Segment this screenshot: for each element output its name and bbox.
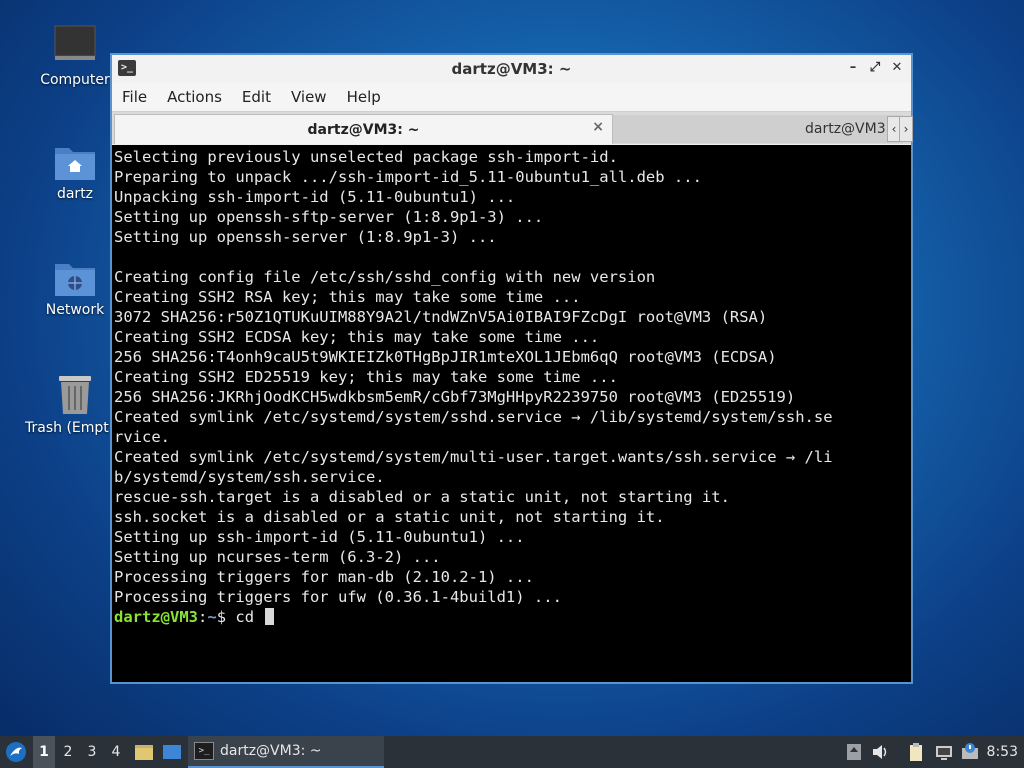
window-title: dartz@VM3: ~ [451, 60, 572, 78]
terminal-line: rvice. [114, 428, 170, 446]
tab-label: dartz@VM3: ~ [307, 121, 420, 138]
tab-bar: dartz@VM3: ~ × dartz@VM3: ~ ‹ › [112, 111, 913, 144]
tab-active[interactable]: dartz@VM3: ~ × [114, 114, 613, 144]
tab-close-icon[interactable]: × [592, 119, 604, 135]
home-folder-icon [53, 142, 97, 182]
terminal-line: Selecting previously unselected package … [114, 148, 618, 166]
menu-file[interactable]: File [122, 88, 157, 106]
terminal-line: Creating SSH2 ED25519 key; this may take… [114, 368, 618, 386]
clock[interactable]: 8:53 [987, 736, 1018, 768]
prompt-command: cd [226, 608, 264, 626]
trash-icon [55, 372, 95, 416]
maximize-button[interactable]: ⤢ [867, 59, 883, 77]
terminal-line: rescue-ssh.target is a disabled or a sta… [114, 488, 730, 506]
clipboard-icon[interactable] [906, 742, 926, 762]
network-connection-icon[interactable] [934, 742, 954, 762]
terminal-task-icon: >_ [194, 742, 214, 760]
terminal-window: >_ dartz@VM3: ~ – ⤢ ✕ File Actions Edit … [110, 53, 913, 684]
tab-scroll-right-icon[interactable]: › [899, 116, 913, 142]
menu-bar: File Actions Edit View Help [112, 83, 911, 111]
menu-actions[interactable]: Actions [167, 88, 232, 106]
terminal-line: 3072 SHA256:r50Z1QTUKuUIM88Y9A2l/tndWZnV… [114, 308, 768, 326]
workspace-3[interactable]: 3 [81, 736, 103, 768]
prompt-separator: : [198, 608, 208, 626]
terminal-line: Setting up openssh-sftp-server (1:8.9p1-… [114, 208, 544, 226]
workspace-1[interactable]: 1 [33, 736, 55, 768]
prompt-user: dartz@VM3 [114, 608, 198, 626]
terminal-line: Creating config file /etc/ssh/sshd_confi… [114, 268, 656, 286]
close-button[interactable]: ✕ [889, 59, 905, 77]
terminal-line: b/systemd/system/ssh.service. [114, 468, 385, 486]
prompt-symbol: $ [216, 608, 227, 626]
start-menu-icon[interactable] [4, 740, 28, 764]
menu-help[interactable]: Help [347, 88, 391, 106]
computer-icon [53, 24, 97, 68]
show-desktop-icon[interactable] [162, 742, 182, 762]
terminal-line: Processing triggers for ufw (0.36.1-4bui… [114, 588, 562, 606]
workspace-4[interactable]: 4 [105, 736, 127, 768]
terminal-line: Creating SSH2 ECDSA key; this may take s… [114, 328, 600, 346]
tab-inactive[interactable]: dartz@VM3: ~ [613, 115, 903, 143]
prompt-path: ~ [207, 608, 217, 626]
menu-view[interactable]: View [291, 88, 337, 106]
text-cursor [265, 608, 275, 625]
terminal-line: Creating SSH2 RSA key; this may take som… [114, 288, 581, 306]
workspace-2[interactable]: 2 [57, 736, 79, 768]
terminal-line: Created symlink /etc/systemd/system/mult… [114, 448, 833, 466]
terminal-output[interactable]: Selecting previously unselected package … [112, 145, 911, 682]
terminal-prompt-line: dartz@VM3:~$ cd [114, 607, 911, 627]
window-titlebar[interactable]: >_ dartz@VM3: ~ – ⤢ ✕ [112, 55, 911, 83]
volume-icon[interactable] [870, 742, 890, 762]
minimize-button[interactable]: – [845, 59, 861, 77]
task-label: dartz@VM3: ~ [220, 743, 322, 759]
notification-icon[interactable] [960, 742, 980, 762]
terminal-app-icon: >_ [118, 60, 136, 76]
terminal-line: Unpacking ssh-import-id (5.11-0ubuntu1) … [114, 188, 516, 206]
file-manager-icon[interactable] [134, 742, 154, 762]
terminal-line: Preparing to unpack .../ssh-import-id_5.… [114, 168, 702, 186]
terminal-line: 256 SHA256:JKRhjOodKCH5wdkbsm5emR/cGbf73… [114, 388, 796, 406]
terminal-line: Processing triggers for man-db (2.10.2-1… [114, 568, 534, 586]
terminal-line: Setting up ssh-import-id (5.11-0ubuntu1)… [114, 528, 525, 546]
network-folder-icon [53, 258, 97, 298]
taskbar-terminal-button[interactable]: >_ dartz@VM3: ~ [188, 736, 384, 768]
desktop-icon-label: Trash (Empty) [25, 420, 109, 436]
terminal-line: 256 SHA256:T4onh9caU5t9WKIEIZk0THgBpJIR1… [114, 348, 777, 366]
taskbar: 1 2 3 4 >_ dartz@VM3: ~ 8:53 [0, 736, 1024, 768]
terminal-line: Setting up openssh-server (1:8.9p1-3) ..… [114, 228, 497, 246]
menu-edit[interactable]: Edit [242, 88, 281, 106]
terminal-line: ssh.socket is a disabled or a static uni… [114, 508, 665, 526]
terminal-line: Created symlink /etc/systemd/system/sshd… [114, 408, 833, 426]
terminal-line: Setting up ncurses-term (6.3-2) ... [114, 548, 441, 566]
update-notifier-icon[interactable] [844, 742, 864, 762]
